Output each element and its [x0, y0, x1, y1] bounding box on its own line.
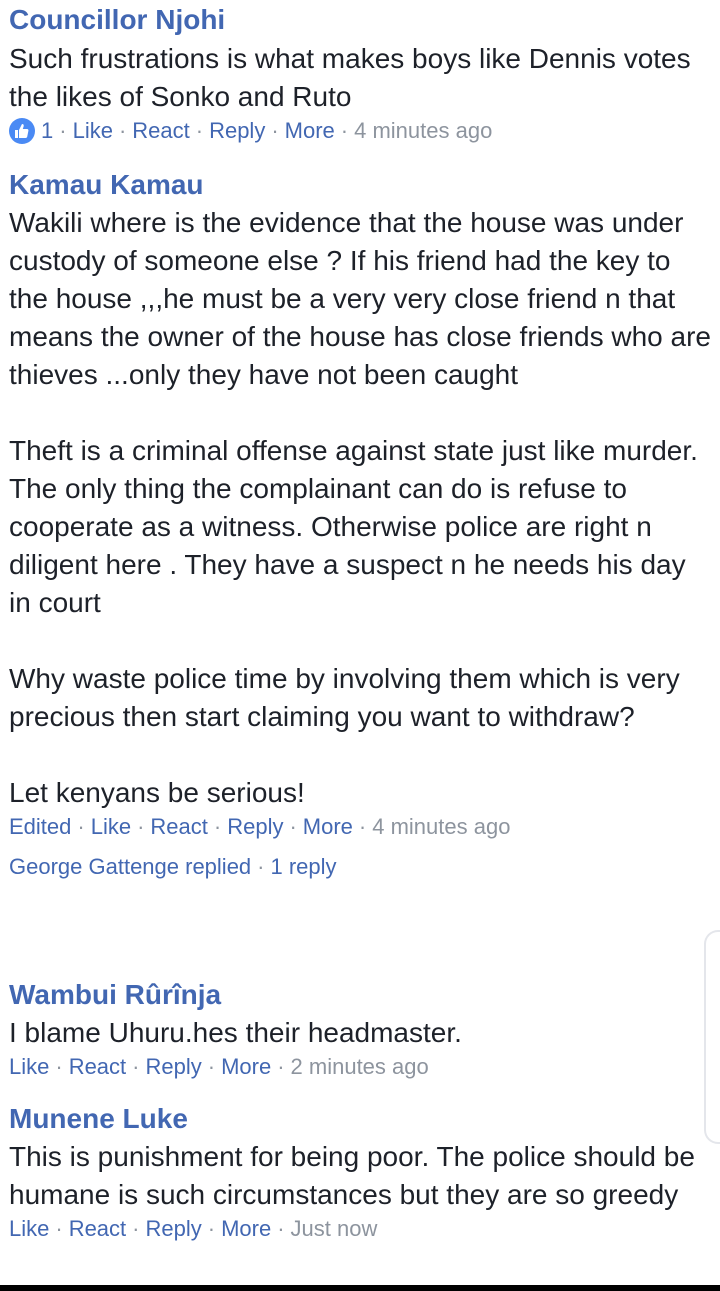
- comment-timestamp: Just now: [290, 1216, 378, 1241]
- separator: ·: [277, 1216, 285, 1241]
- like-button[interactable]: Like: [9, 1214, 49, 1244]
- separator: ·: [132, 1216, 140, 1241]
- react-button[interactable]: React: [69, 1052, 126, 1082]
- like-button[interactable]: Like: [73, 116, 113, 146]
- separator: ·: [55, 1054, 63, 1079]
- comment-actions: Like · React · Reply · More · Just now: [9, 1214, 714, 1244]
- comment-author[interactable]: Kamau Kamau: [9, 168, 714, 202]
- comment-text: This is punishment for being poor. The p…: [9, 1141, 703, 1210]
- comment-item: Kamau Kamau Wakili where is the evidence…: [9, 168, 714, 882]
- comment-item: Councillor Njohi Such frustrations is wh…: [9, 3, 714, 146]
- comment-actions: 1 · Like · React · Reply · More · 4 minu…: [9, 116, 714, 146]
- separator: ·: [358, 814, 367, 839]
- separator: ·: [257, 854, 265, 879]
- more-button[interactable]: More: [285, 116, 335, 146]
- comment-author[interactable]: Wambui Rûrînja: [9, 978, 714, 1012]
- comment-timestamp: 4 minutes ago: [372, 814, 511, 839]
- edge-handle[interactable]: [704, 930, 720, 1144]
- reply-button[interactable]: Reply: [146, 1214, 202, 1244]
- react-button[interactable]: React: [150, 812, 207, 842]
- like-button[interactable]: Like: [9, 1052, 49, 1082]
- comment-author[interactable]: Munene Luke: [9, 1102, 714, 1136]
- reply-count[interactable]: 1 reply: [271, 854, 337, 879]
- replier-name[interactable]: George Gattenge replied: [9, 854, 251, 879]
- more-button[interactable]: More: [221, 1052, 271, 1082]
- comment-timestamp: 4 minutes ago: [354, 118, 493, 143]
- separator: ·: [340, 118, 349, 143]
- separator: ·: [59, 118, 67, 143]
- separator: ·: [132, 1054, 140, 1079]
- separator: ·: [277, 1054, 285, 1079]
- reply-button[interactable]: Reply: [227, 812, 283, 842]
- comment-actions: Edited · Like · React · Reply · More · 4…: [9, 812, 714, 842]
- comment-text: I blame Uhuru.hes their headmaster.: [9, 1017, 462, 1048]
- comment-actions: Like · React · Reply · More · 2 minutes …: [9, 1052, 714, 1082]
- comment-text: Such frustrations is what makes boys lik…: [9, 43, 699, 112]
- reaction-count[interactable]: 1: [41, 116, 53, 146]
- more-button[interactable]: More: [221, 1214, 271, 1244]
- bottom-edge-bar: [0, 1285, 720, 1291]
- reply-button[interactable]: Reply: [209, 116, 265, 146]
- separator: ·: [213, 814, 222, 839]
- thumbs-up-icon[interactable]: [9, 118, 35, 144]
- separator: ·: [289, 814, 297, 839]
- separator: ·: [207, 1054, 216, 1079]
- separator: ·: [195, 118, 204, 143]
- comment-text: Wakili where is the evidence that the ho…: [9, 207, 711, 808]
- edited-label[interactable]: Edited: [9, 812, 71, 842]
- react-button[interactable]: React: [69, 1214, 126, 1244]
- view-replies-link[interactable]: George Gattenge replied · 1 reply: [9, 852, 714, 882]
- like-button[interactable]: Like: [91, 812, 131, 842]
- comment-item: Wambui Rûrînja I blame Uhuru.hes their h…: [9, 978, 714, 1082]
- comment-item: Munene Luke This is punishment for being…: [9, 1102, 714, 1244]
- react-button[interactable]: React: [132, 116, 189, 146]
- separator: ·: [118, 118, 127, 143]
- separator: ·: [55, 1216, 63, 1241]
- separator: ·: [137, 814, 145, 839]
- reply-button[interactable]: Reply: [146, 1052, 202, 1082]
- separator: ·: [77, 814, 85, 839]
- more-button[interactable]: More: [303, 812, 353, 842]
- separator: ·: [271, 118, 279, 143]
- comment-timestamp: 2 minutes ago: [290, 1054, 429, 1079]
- separator: ·: [207, 1216, 216, 1241]
- comment-author[interactable]: Councillor Njohi: [9, 3, 714, 37]
